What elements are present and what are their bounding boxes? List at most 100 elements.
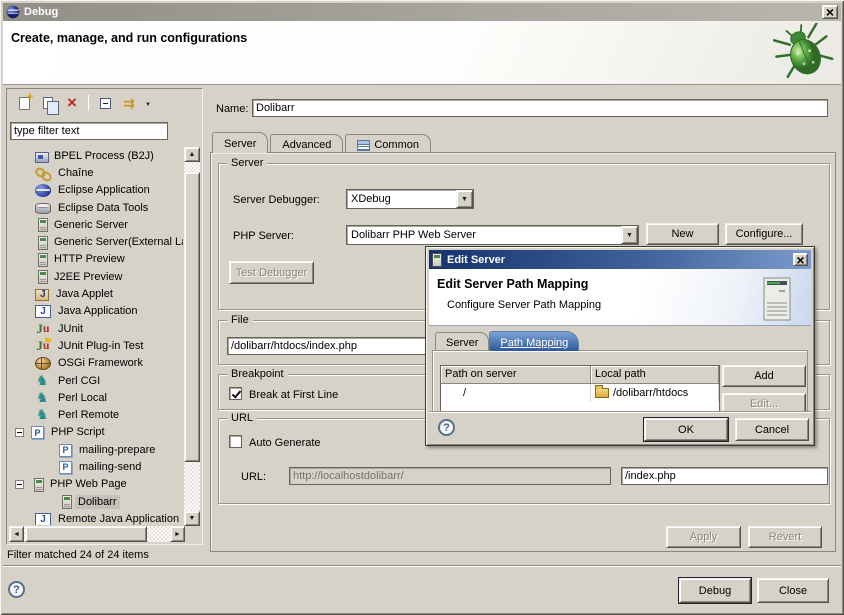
tree-item-label: PHP Web Page [47,477,130,491]
chevron-down-icon[interactable] [621,226,638,244]
debug-bug-icon [773,23,835,83]
test-debugger-button[interactable]: Test Debugger [229,261,314,284]
tree-item-mailing-send[interactable]: mailing-send [9,458,183,475]
tree-item-eclipse-application[interactable]: Eclipse Application [9,182,183,199]
tree-item-php-web-page[interactable]: PHP Web Page [9,476,183,493]
tree-item-junit-plug-in-test[interactable]: JUnit Plug-in Test [9,337,183,354]
auto-generate-checkbox[interactable] [229,435,242,448]
revert-button[interactable]: Revert [748,526,822,548]
php-server-select[interactable]: Dolibarr PHP Web Server [346,225,639,245]
table-header-path-on-server[interactable]: Path on server [441,366,591,384]
php-icon [31,426,44,439]
tree-item-label: PHP Script [48,425,108,439]
tree-item-label: Java Applet [53,287,116,301]
dialog-close-button[interactable] [793,253,808,266]
dialog-tab-server[interactable]: Server [435,332,489,351]
tree-item-label: JUnit [55,322,86,336]
dialog-help-icon[interactable] [438,419,455,436]
server-icon [38,253,48,267]
delete-icon[interactable] [60,92,84,114]
server-icon [62,495,72,509]
tree-item-java-application[interactable]: Java Application [9,303,183,320]
break-first-line-checkbox[interactable] [229,387,242,400]
window-titlebar[interactable]: Debug [3,3,841,21]
scroll-down-icon[interactable] [184,511,200,526]
tree-item-php-script[interactable]: PHP Script [9,424,183,441]
scroll-up-icon[interactable] [184,147,200,162]
dialog-title: Edit Server [447,254,505,266]
debug-button[interactable]: Debug [679,578,751,603]
table-header-local-path[interactable]: Local path [591,366,719,384]
tree-horizontal-scrollbar[interactable] [9,526,185,542]
tree-item-perl-remote[interactable]: Perl Remote [9,406,183,423]
debug-configurations-window: Debug Create, manage, and run configurat… [0,0,844,615]
url-path-input[interactable] [621,467,828,485]
filter-configurations-icon[interactable] [117,92,141,114]
filter-input[interactable] [10,122,168,140]
tree-item-label: Java Application [55,304,141,318]
server-icon [38,236,48,250]
url-group-title: URL [227,412,257,424]
tree-item-label: Perl Remote [55,408,122,422]
tree-item-osgi-framework[interactable]: OSGi Framework [9,355,183,372]
tree-item-dolibarr[interactable]: Dolibarr [9,493,183,510]
chevron-down-icon[interactable] [456,190,473,208]
tree-item-remote-java-application[interactable]: Remote Java Application [9,510,183,525]
configure-server-button[interactable]: Configure... [725,223,803,245]
base-url-input[interactable] [289,467,611,485]
scroll-right-icon[interactable] [170,526,185,542]
collapse-all-icon[interactable] [93,92,117,114]
name-input[interactable] [252,99,828,117]
tab-advanced[interactable]: Advanced [270,134,343,153]
duplicate-icon[interactable] [36,92,60,114]
tree-item-http-preview[interactable]: HTTP Preview [9,251,183,268]
path-mapping-row[interactable]: //dolibarr/htdocs [441,384,719,402]
dialog-tab-path-mapping[interactable]: Path Mapping [489,331,579,351]
ok-button[interactable]: OK [644,418,728,441]
tree-item-generic-server[interactable]: Generic Server [9,216,183,233]
junit-icon [35,321,51,337]
close-button[interactable]: Close [757,578,829,603]
tab-common[interactable]: Common [345,134,431,153]
java-applet-icon [35,289,49,301]
vertical-scroll-thumb[interactable] [184,172,200,462]
horizontal-scroll-thumb[interactable] [25,526,147,542]
new-configuration-icon[interactable] [12,92,36,114]
menu-dropdown-icon[interactable] [141,92,155,114]
dialog-tab-server-label: Server [446,337,478,349]
server-group-title: Server [227,157,267,169]
tree-item-junit[interactable]: JUnit [9,320,183,337]
tree-item-generic-server-external-la[interactable]: Generic Server(External La [9,233,183,250]
tree-item-perl-cgi[interactable]: Perl CGI [9,372,183,389]
tree-item-j2ee-preview[interactable]: J2EE Preview [9,268,183,285]
tree-item-bpel-process-b2j[interactable]: BPEL Process (B2J) [9,147,183,164]
server-icon [34,478,44,492]
window-close-button[interactable] [822,5,838,19]
tree-vertical-scrollbar[interactable] [184,147,200,526]
filter-status-text: Filter matched 24 of 24 items [7,549,149,561]
common-table-icon [357,140,370,151]
tree-item-cha-ne[interactable]: Chaîne [9,164,183,181]
help-icon[interactable] [8,581,25,598]
dialog-titlebar[interactable]: Edit Server [429,250,811,269]
tree-item-java-applet[interactable]: Java Applet [9,285,183,302]
collapse-expander-icon[interactable] [15,480,24,489]
chain-icon [35,165,51,181]
scroll-left-icon[interactable] [9,526,24,542]
tree-item-mailing-prepare[interactable]: mailing-prepare [9,441,183,458]
local-path-cell: /dolibarr/htdocs [591,384,719,402]
path-mapping-table[interactable]: Path on serverLocal path//dolibarr/htdoc… [440,365,720,415]
tree-item-perl-local[interactable]: Perl Local [9,389,183,406]
file-group-title: File [227,314,253,326]
apply-button[interactable]: Apply [666,526,741,548]
collapse-expander-icon[interactable] [15,428,24,437]
tab-server[interactable]: Server [212,132,268,153]
new-server-button[interactable]: New [646,223,719,245]
name-label: Name: [216,103,248,115]
php-icon [59,461,72,474]
edit-server-dialog: Edit Server Edit Server Path Mapping Con… [425,246,815,446]
add-mapping-button[interactable]: Add [722,365,806,387]
tree-item-eclipse-data-tools[interactable]: Eclipse Data Tools [9,199,183,216]
server-debugger-select[interactable]: XDebug [346,189,474,209]
cancel-button[interactable]: Cancel [735,418,809,441]
